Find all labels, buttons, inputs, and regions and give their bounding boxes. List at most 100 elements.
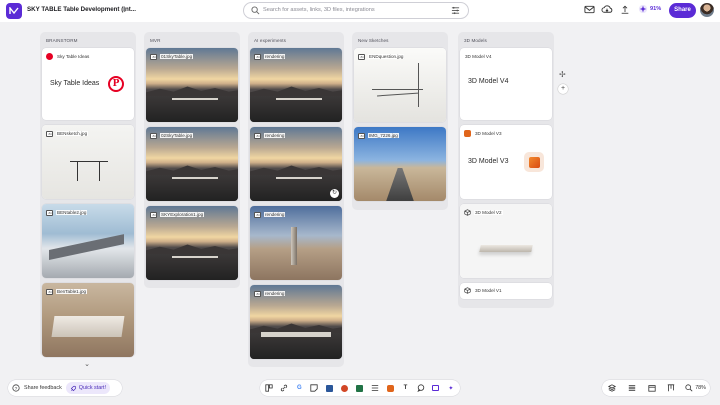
view-controls: 78% xyxy=(602,380,710,396)
image-icon xyxy=(254,132,261,139)
board-title[interactable]: SKY TABLE Table Development (Int... xyxy=(27,6,136,13)
regenerate-icon[interactable]: ↻ xyxy=(330,189,339,198)
share-button[interactable]: Share xyxy=(669,3,696,18)
quick-start-button[interactable]: Quick start! xyxy=(65,382,111,394)
quick-start-label: Quick start! xyxy=(78,385,107,391)
card-label: 01SkyTable.jpg xyxy=(160,54,194,59)
card-header: BenTable1.jpg xyxy=(46,287,88,296)
search-icon xyxy=(251,6,260,15)
image-icon xyxy=(150,211,157,218)
card-header: 02SkyTable.jpg xyxy=(150,131,194,140)
note-icon[interactable] xyxy=(308,382,320,394)
column-title[interactable]: New Sketches xyxy=(358,38,389,43)
card-image[interactable]: BENtable2.jpg xyxy=(42,204,134,278)
card-header: 01SkyTable.jpg xyxy=(150,52,194,61)
insert-toolbar: G T ✦ xyxy=(260,380,460,396)
cloud-sync-icon[interactable] xyxy=(601,4,613,15)
board-icon[interactable] xyxy=(263,382,275,394)
app-logo-icon[interactable] xyxy=(6,3,22,19)
columns-view-icon[interactable] xyxy=(665,382,677,394)
card-3d-model[interactable]: 3D Model V1 xyxy=(460,283,552,299)
card-label: ENDquestion.jpg xyxy=(368,54,405,59)
card-header: BENtable2.jpg xyxy=(46,208,88,217)
card-sky-table-ideas[interactable]: Sky Table Ideas Sky Table Ideas P xyxy=(42,48,134,120)
help-icon[interactable]: ? xyxy=(12,384,20,392)
mail-icon[interactable] xyxy=(584,4,595,15)
card-image[interactable]: IMG_7226.jpg xyxy=(354,127,446,201)
card-image[interactable]: SKYExploration1.jpg xyxy=(146,206,238,280)
upload-icon[interactable] xyxy=(620,4,630,15)
google-icon[interactable]: G xyxy=(293,382,305,394)
chevron-down-icon[interactable]: ⌄ xyxy=(122,7,127,14)
column-new-sketches: New Sketches ENDquestion.jpg IMG_7226.jp… xyxy=(352,32,448,210)
card-header: rendering xyxy=(254,210,286,219)
expand-chevron-icon[interactable]: ⌄ xyxy=(82,360,92,368)
zoom-control[interactable]: 78% xyxy=(685,384,706,392)
powerpoint-icon[interactable] xyxy=(339,382,351,394)
calendar-icon[interactable] xyxy=(646,382,658,394)
column-title[interactable]: AI experiments xyxy=(254,38,286,43)
card-image[interactable]: 02SkyTable.jpg xyxy=(146,127,238,201)
search-input[interactable]: Search for assets, links, 3D files, inte… xyxy=(243,2,469,19)
card-header: ENDquestion.jpg xyxy=(358,52,405,61)
share-feedback-link[interactable]: Share feedback xyxy=(24,385,62,391)
card-image[interactable]: BENsketch.jpg xyxy=(42,125,134,199)
card-label: 3D Model V1 xyxy=(474,288,503,293)
word-icon[interactable] xyxy=(324,382,336,394)
ar-app-icon[interactable] xyxy=(384,382,396,394)
add-column-button[interactable]: + xyxy=(558,84,568,94)
link-icon[interactable] xyxy=(278,382,290,394)
column-title[interactable]: BRAINSTORM xyxy=(46,38,78,43)
excel-icon[interactable] xyxy=(354,382,366,394)
card-image[interactable]: ENDquestion.jpg xyxy=(354,48,446,122)
search-placeholder: Search for assets, links, 3D files, inte… xyxy=(263,7,375,13)
usage-indicator[interactable]: 91% xyxy=(638,4,661,14)
column-ai-experiments: AI experiments rendering rendering ↻ ren… xyxy=(248,32,344,367)
filter-icon[interactable] xyxy=(451,6,460,15)
svg-text:?: ? xyxy=(15,386,18,392)
card-image[interactable]: rendering ↻ xyxy=(250,127,342,201)
zoom-icon xyxy=(685,384,693,392)
text-icon[interactable]: T xyxy=(399,382,411,394)
usage-percent: 91% xyxy=(650,6,662,12)
column-3d-models: 3D Models 3D Model V4 3D Model V4 3D Mod… xyxy=(458,32,554,308)
card-image[interactable]: rendering xyxy=(250,285,342,359)
top-bar: SKY TABLE Table Development (Int... ⌄ Se… xyxy=(0,0,720,22)
list-view-icon[interactable] xyxy=(626,382,638,394)
image-icon xyxy=(46,130,53,137)
card-header: 3D Model V4 xyxy=(464,52,493,61)
cube-icon xyxy=(464,287,471,294)
card-title: 3D Model V3 xyxy=(468,158,509,165)
sparkle-icon xyxy=(638,4,648,14)
card-label: Sky Table Ideas xyxy=(56,54,91,59)
image-icon xyxy=(358,53,365,60)
column-title[interactable]: 3D Models xyxy=(464,38,487,43)
avatar[interactable] xyxy=(700,3,714,17)
image-icon xyxy=(254,211,261,218)
column-title[interactable]: MVR xyxy=(150,38,161,43)
frame-icon[interactable] xyxy=(430,382,442,394)
card-label: BENsketch.jpg xyxy=(56,131,89,136)
card-image[interactable]: 01SkyTable.jpg xyxy=(146,48,238,122)
image-icon xyxy=(254,290,261,297)
rocket-icon xyxy=(70,385,76,391)
ai-sparkle-icon[interactable]: ✢ xyxy=(559,70,566,79)
card-header: rendering xyxy=(254,289,286,298)
card-label: 3D Model V2 xyxy=(474,210,503,215)
card-3d-model[interactable]: 3D Model V2 xyxy=(460,204,552,278)
card-label: rendering xyxy=(264,54,286,59)
ai-tools-icon[interactable]: ✦ xyxy=(445,382,457,394)
comment-icon[interactable] xyxy=(415,382,427,394)
card-3d-model[interactable]: 3D Model V4 3D Model V4 xyxy=(460,48,552,120)
pinterest-icon xyxy=(46,53,53,60)
card-header: rendering xyxy=(254,52,286,61)
zoom-level: 78% xyxy=(695,385,706,391)
card-header: 3D Model V1 xyxy=(464,286,503,295)
card-header: IMG_7226.jpg xyxy=(358,131,399,140)
card-image[interactable]: rendering xyxy=(250,206,342,280)
card-image[interactable]: BenTable1.jpg xyxy=(42,283,134,357)
layers-icon[interactable] xyxy=(606,382,618,394)
card-3d-model[interactable]: 3D Model V3 3D Model V3 xyxy=(460,125,552,199)
card-image[interactable]: rendering xyxy=(250,48,342,122)
list-icon[interactable] xyxy=(369,382,381,394)
